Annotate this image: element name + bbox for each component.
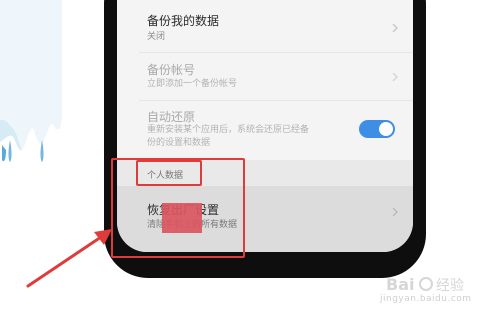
baidu-jingyan-watermark-logo: Bai 经验 bbox=[386, 275, 464, 294]
watermark-url: jingyan.baidu.com bbox=[380, 294, 472, 304]
svg-text:经验: 经验 bbox=[436, 278, 464, 294]
svg-text:Bai: Bai bbox=[386, 275, 414, 294]
